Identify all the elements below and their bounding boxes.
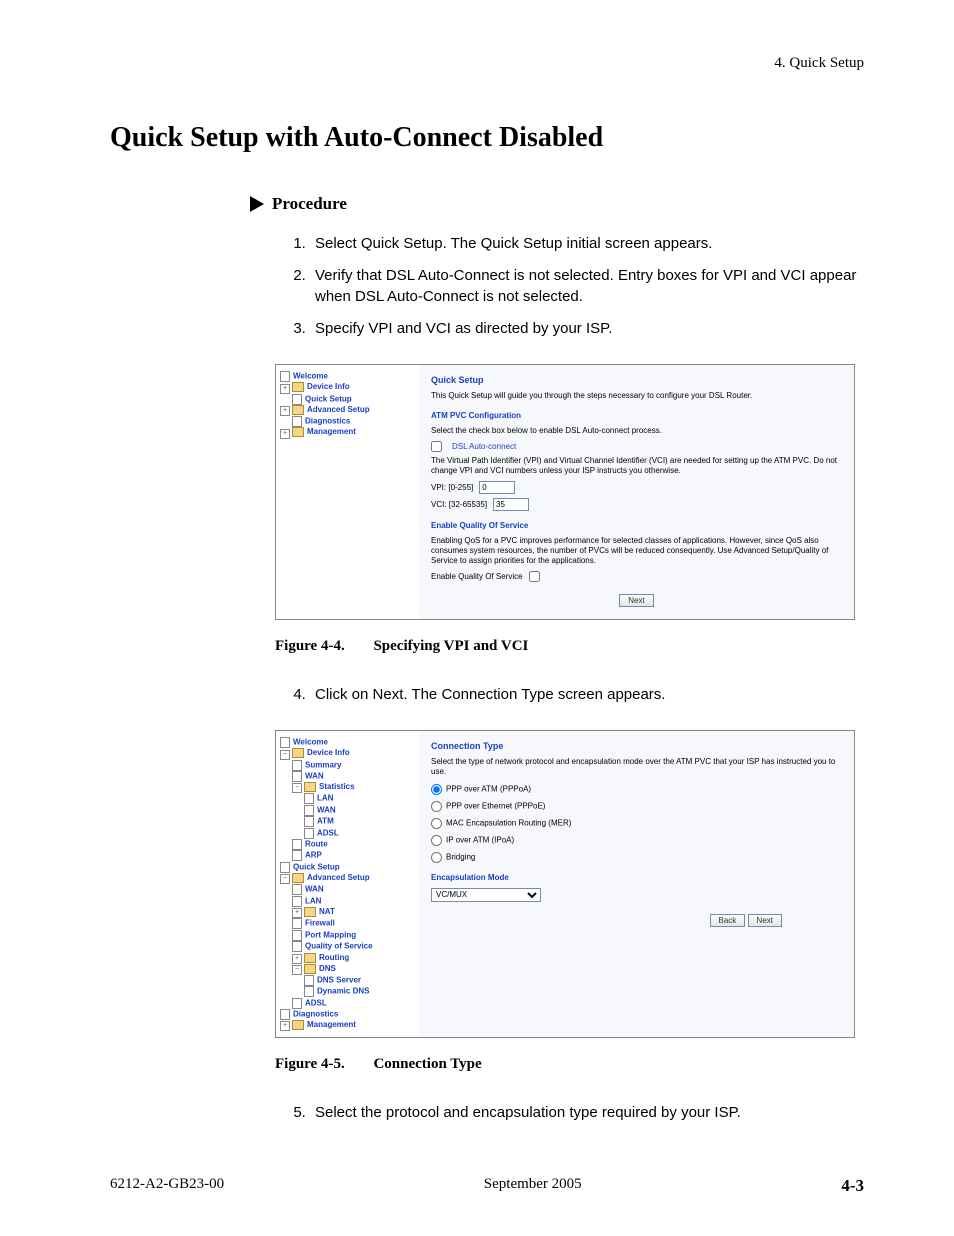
panel-title: Quick Setup	[431, 375, 842, 385]
dsl-autoconnect-label: DSL Auto-connect	[452, 442, 516, 451]
radio-pppoa[interactable]	[431, 784, 442, 795]
figure-title: Specifying VPI and VCI	[373, 638, 528, 654]
step-2: Verify that DSL Auto-Connect is not sele…	[310, 266, 864, 307]
step-1: Select Quick Setup. The Quick Setup init…	[310, 234, 864, 254]
qos-help: Enabling QoS for a PVC improves performa…	[431, 536, 842, 567]
chapter-header: 4. Quick Setup	[110, 55, 864, 72]
intro-text: This Quick Setup will guide you through …	[431, 391, 842, 401]
expand-icon[interactable]: +	[292, 954, 302, 964]
nav-tree: Welcome +Device Info Quick Setup +Advanc…	[276, 365, 419, 619]
expand-icon[interactable]: +	[280, 1021, 290, 1031]
collapse-icon[interactable]: −	[292, 783, 302, 793]
expand-icon[interactable]: +	[280, 384, 290, 394]
vpi-input[interactable]	[479, 481, 515, 494]
vci-input[interactable]	[493, 498, 529, 511]
collapse-icon[interactable]: −	[280, 750, 290, 760]
step-5: Select the protocol and encapsulation ty…	[310, 1103, 864, 1123]
expand-icon[interactable]: +	[280, 406, 290, 416]
back-button[interactable]: Back	[710, 914, 746, 927]
vpivci-help: The Virtual Path Identifier (VPI) and Vi…	[431, 456, 842, 477]
step-4: Click on Next. The Connection Type scree…	[310, 685, 864, 705]
expand-icon[interactable]: +	[280, 429, 290, 439]
expand-icon[interactable]: +	[292, 908, 302, 918]
qos-label: Enable Quality Of Service	[431, 572, 523, 581]
section-atm-pvc: ATM PVC Configuration	[431, 411, 842, 420]
section-qos: Enable Quality Of Service	[431, 521, 842, 530]
doc-date: September 2005	[484, 1176, 582, 1196]
figure-number: Figure 4-4.	[275, 638, 345, 654]
figure-title: Connection Type	[373, 1056, 481, 1072]
page-title: Quick Setup with Auto-Connect Disabled	[110, 122, 864, 154]
procedure-label: Procedure	[272, 194, 347, 214]
screenshot-quick-setup: Welcome +Device Info Quick Setup +Advanc…	[275, 364, 855, 620]
intro-text: Select the type of network protocol and …	[431, 757, 842, 778]
encapsulation-select[interactable]: VC/MUX	[431, 888, 541, 902]
next-button[interactable]: Next	[748, 914, 782, 927]
qos-checkbox[interactable]	[529, 571, 540, 582]
next-button[interactable]: Next	[619, 594, 653, 607]
radio-ipoa[interactable]	[431, 835, 442, 846]
radio-bridging[interactable]	[431, 852, 442, 863]
radio-pppoe[interactable]	[431, 801, 442, 812]
figure-number: Figure 4-5.	[275, 1056, 345, 1072]
dsl-autoconnect-checkbox[interactable]	[431, 441, 442, 452]
nav-tree: Welcome −Device Info Summary WAN −Statis…	[276, 731, 419, 1037]
check-hint: Select the check box below to enable DSL…	[431, 426, 842, 436]
screenshot-connection-type: Welcome −Device Info Summary WAN −Statis…	[275, 730, 855, 1038]
vpi-label: VPI: [0-255]	[431, 483, 473, 492]
step-3: Specify VPI and VCI as directed by your …	[310, 319, 864, 339]
collapse-icon[interactable]: −	[292, 965, 302, 975]
section-encapsulation: Encapsulation Mode	[431, 873, 842, 882]
vci-label: VCI: [32-65535]	[431, 500, 487, 509]
page-number: 4-3	[841, 1176, 864, 1196]
doc-id: 6212-A2-GB23-00	[110, 1176, 224, 1196]
collapse-icon[interactable]: −	[280, 874, 290, 884]
play-icon	[250, 196, 264, 212]
panel-title: Connection Type	[431, 741, 842, 751]
radio-mer[interactable]	[431, 818, 442, 829]
